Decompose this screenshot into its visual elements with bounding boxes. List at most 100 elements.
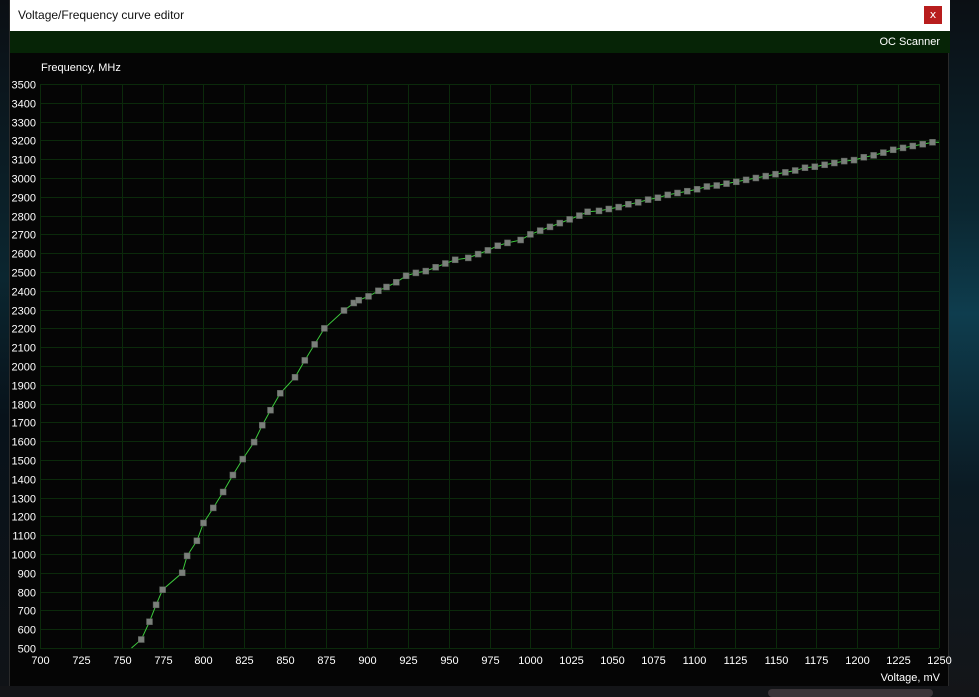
curve-point[interactable]: [742, 176, 750, 184]
curve-point[interactable]: [880, 149, 887, 156]
curve-point[interactable]: [504, 239, 511, 247]
curve-point[interactable]: [625, 201, 632, 208]
curve-point[interactable]: [584, 208, 591, 216]
curve-point[interactable]: [733, 178, 740, 186]
curve-point[interactable]: [831, 159, 838, 167]
curve-point[interactable]: [183, 552, 191, 560]
curve-point[interactable]: [840, 157, 848, 165]
curve-point[interactable]: [365, 293, 372, 300]
curve-point[interactable]: [465, 254, 472, 262]
curve-point[interactable]: [138, 636, 145, 643]
curve-point[interactable]: [301, 357, 309, 364]
curve-point[interactable]: [782, 169, 789, 176]
curve-point[interactable]: [152, 601, 160, 609]
x-tick-label: 925: [399, 655, 417, 667]
curve-point[interactable]: [801, 164, 809, 171]
curve-point[interactable]: [210, 504, 217, 512]
curve-point[interactable]: [644, 196, 652, 203]
curve-point[interactable]: [340, 307, 348, 314]
curve-point[interactable]: [219, 488, 227, 496]
curve-point[interactable]: [159, 586, 166, 593]
curve-point[interactable]: [919, 140, 926, 148]
curve-point[interactable]: [311, 341, 318, 348]
curve-point[interactable]: [193, 537, 201, 545]
curve-point[interactable]: [605, 205, 613, 213]
curve-point[interactable]: [713, 182, 720, 189]
x-tick-label: 850: [276, 655, 294, 667]
curve-point[interactable]: [474, 250, 482, 258]
curve-point[interactable]: [860, 154, 868, 161]
curve-point[interactable]: [850, 156, 858, 164]
curve-point[interactable]: [200, 519, 207, 527]
y-tick-label: 2100: [12, 343, 36, 355]
x-tick-label: 725: [72, 655, 90, 667]
curve-point[interactable]: [484, 247, 492, 254]
curve-point[interactable]: [250, 438, 258, 446]
y-tick-label: 1500: [12, 456, 36, 468]
curve-point[interactable]: [442, 260, 449, 267]
curve-point[interactable]: [654, 194, 662, 201]
vf-curve-chart[interactable]: 500 600 700 800 900 1000 1100 1200 1300 1400 1500 1…: [0, 0, 979, 697]
curve-point[interactable]: [909, 142, 917, 150]
curve-point[interactable]: [517, 236, 524, 244]
curve-point[interactable]: [899, 144, 907, 152]
curve-point[interactable]: [451, 256, 459, 264]
curve-point[interactable]: [412, 269, 420, 277]
curve-point[interactable]: [375, 287, 382, 295]
curve-point[interactable]: [546, 223, 554, 231]
y-tick-label: 500: [18, 644, 36, 656]
curve-point[interactable]: [889, 146, 897, 154]
curve-point[interactable]: [527, 231, 534, 238]
curve-point[interactable]: [870, 152, 877, 159]
curve-point[interactable]: [566, 216, 573, 223]
curve-point[interactable]: [146, 618, 153, 625]
curve-point[interactable]: [772, 170, 779, 178]
curve-point[interactable]: [929, 139, 936, 146]
curve-point[interactable]: [811, 163, 819, 170]
curve-point[interactable]: [536, 227, 544, 234]
curve-line: [131, 141, 939, 649]
curve-point[interactable]: [664, 191, 671, 199]
curve-point[interactable]: [684, 187, 691, 195]
curve-point[interactable]: [595, 207, 603, 215]
curve-point[interactable]: [494, 242, 501, 249]
curve-point[interactable]: [178, 569, 186, 577]
curve-point[interactable]: [393, 279, 400, 286]
x-tick-label: 875: [317, 655, 335, 667]
y-tick-label: 800: [18, 588, 36, 600]
curve-point[interactable]: [229, 471, 237, 479]
x-tick-label: 1200: [845, 655, 869, 667]
x-tick-label: 750: [113, 655, 131, 667]
curve-point[interactable]: [267, 406, 274, 414]
curve-point[interactable]: [615, 203, 622, 211]
curve-point[interactable]: [383, 283, 390, 291]
y-tick-label: 2200: [12, 324, 36, 336]
curve-point[interactable]: [355, 296, 362, 304]
curve-point[interactable]: [277, 390, 284, 397]
curve-point[interactable]: [723, 180, 730, 187]
curve-point[interactable]: [432, 264, 439, 271]
curve-point[interactable]: [791, 167, 799, 174]
x-tick-label: 1100: [683, 655, 707, 667]
curve-point[interactable]: [703, 183, 711, 190]
curve-point[interactable]: [291, 374, 299, 381]
y-tick-label: 3100: [12, 155, 36, 167]
curve-point[interactable]: [634, 199, 642, 206]
curve-point[interactable]: [422, 267, 430, 275]
curve-point[interactable]: [752, 174, 760, 182]
curve-point[interactable]: [556, 219, 564, 227]
curve-point[interactable]: [674, 189, 681, 197]
x-tick-label: 1125: [724, 655, 748, 667]
curve-point[interactable]: [402, 272, 410, 280]
curve-point[interactable]: [259, 421, 266, 429]
curve-point[interactable]: [693, 186, 701, 193]
y-tick-label: 1000: [12, 550, 36, 562]
curve-point[interactable]: [321, 325, 328, 332]
y-tick-label: 2600: [12, 249, 36, 261]
y-tick-label: 1900: [12, 381, 36, 393]
curve-point[interactable]: [239, 455, 246, 463]
curve-point[interactable]: [821, 161, 828, 169]
curve-point[interactable]: [762, 172, 769, 180]
curve-point[interactable]: [576, 212, 583, 219]
curve-points[interactable]: [138, 139, 936, 643]
